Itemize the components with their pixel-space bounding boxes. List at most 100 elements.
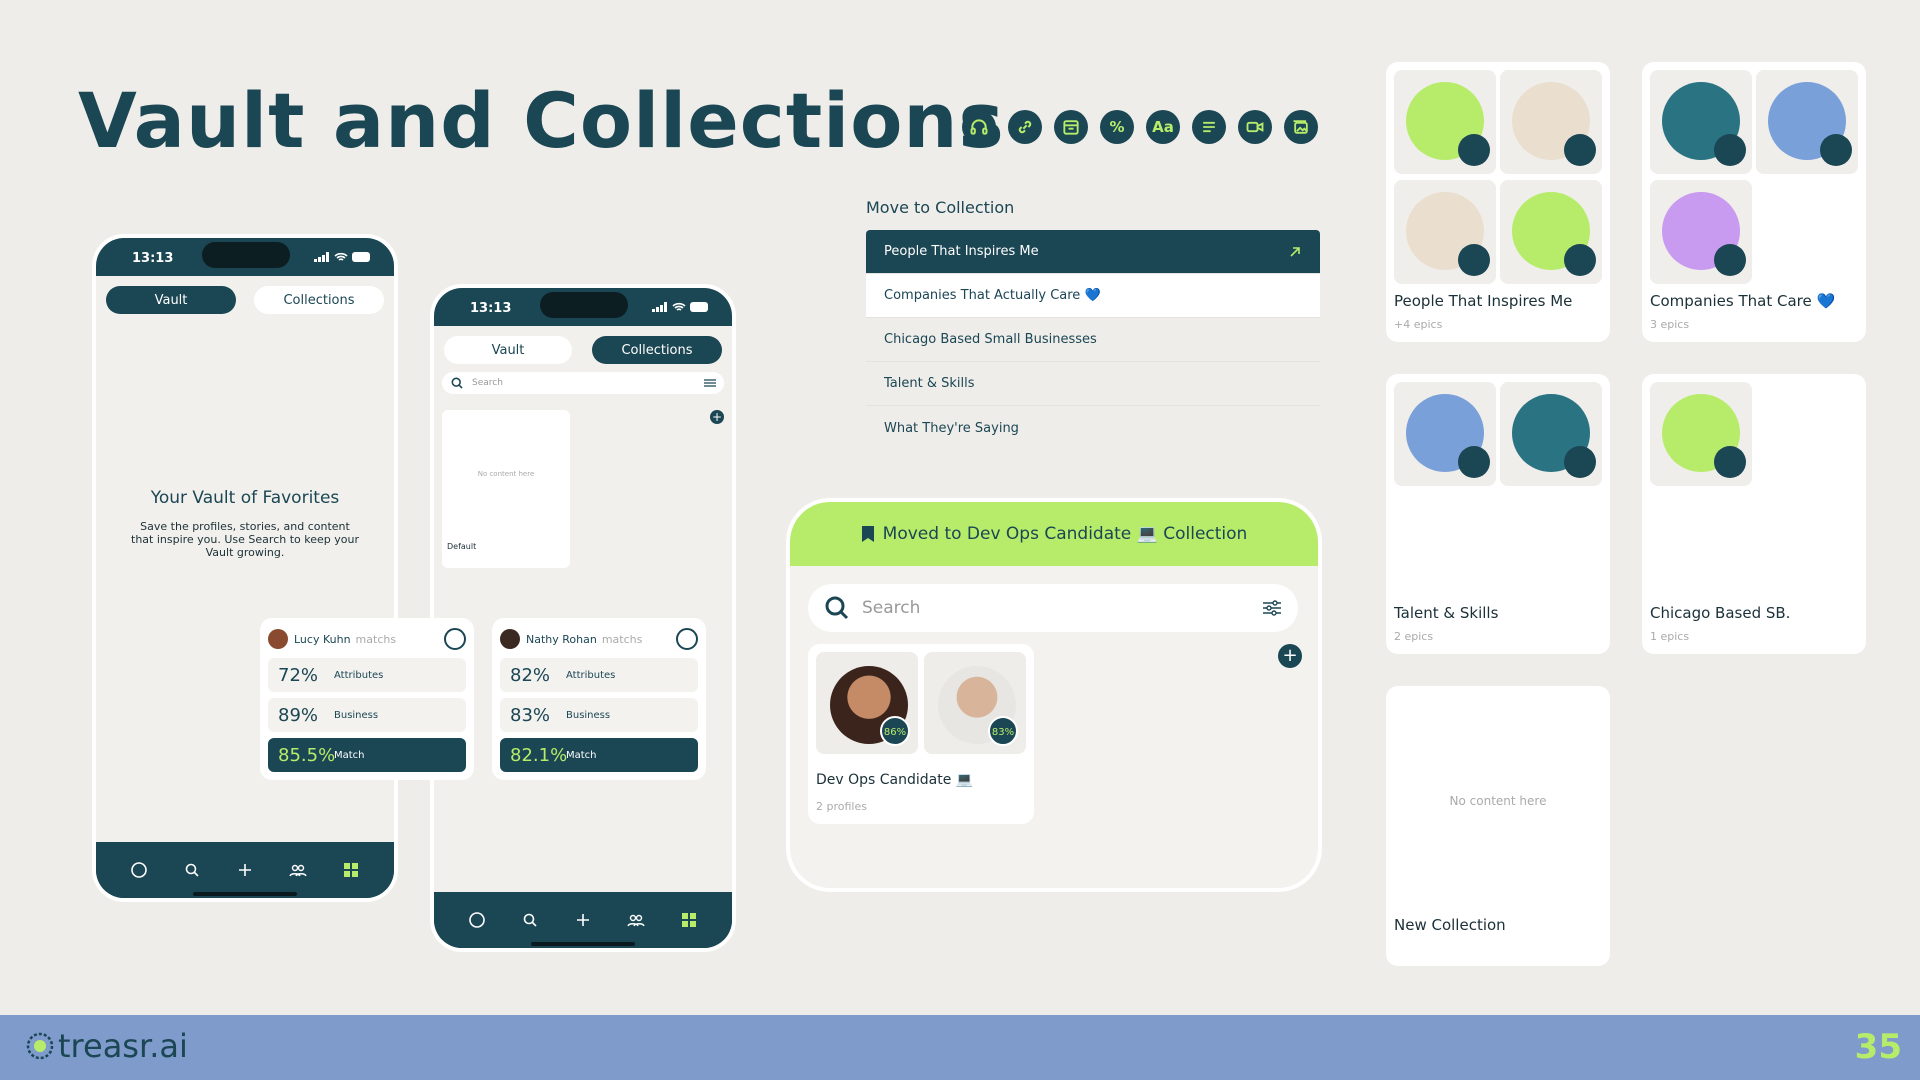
default-label: Default <box>447 542 477 551</box>
match-name: Lucy Kuhn <box>294 632 351 646</box>
profile-thumb: 83% <box>924 652 1026 754</box>
search-icon[interactable] <box>521 911 539 929</box>
collection-tile-new[interactable]: No content here New Collection <box>1386 686 1610 966</box>
empty-vault-title: Your Vault of Favorites <box>150 488 340 508</box>
default-collection-card[interactable]: No content here Default <box>442 410 570 568</box>
empty-vault-body: Save the profiles, stories, and content … <box>131 520 359 559</box>
home-icon[interactable] <box>130 861 148 879</box>
filter-icon[interactable] <box>1262 600 1282 616</box>
people-icon[interactable] <box>627 911 645 929</box>
profile-thumb: 86% <box>816 652 918 754</box>
select-checkbox[interactable] <box>676 628 698 650</box>
signal-icon <box>314 252 329 262</box>
collection-option[interactable]: What They're Saying <box>866 406 1320 450</box>
collection-name: People That Inspires Me <box>1394 292 1573 310</box>
collection-card[interactable]: 86% 83% Dev Ops Candidate 💻 2 profiles <box>808 644 1034 824</box>
collection-tile[interactable]: Companies That Care 💙 3 epics <box>1642 62 1866 342</box>
match-card[interactable]: Nathy Rohan matchs 82% Attributes 83% Bu… <box>492 618 706 780</box>
tab-collections[interactable]: Collections <box>592 336 722 364</box>
select-checkbox[interactable] <box>444 628 466 650</box>
text-icon[interactable]: Aa <box>1146 110 1180 144</box>
match-name: Nathy Rohan <box>526 632 597 646</box>
headphones-icon[interactable] <box>962 110 996 144</box>
battery-icon <box>352 252 370 262</box>
filter-icon[interactable] <box>704 378 716 388</box>
footer: treasr.ai 35 <box>0 1015 1920 1080</box>
status-icons <box>314 252 372 262</box>
collection-count: 3 epics <box>1650 318 1690 331</box>
wifi-icon <box>672 302 686 311</box>
collection-count: 1 epics <box>1650 630 1690 643</box>
tool-icon-row: % Aa <box>962 110 1318 144</box>
collection-name: New Collection <box>1394 916 1506 934</box>
collection-option[interactable]: Companies That Actually Care 💙 <box>866 274 1320 318</box>
collection-option[interactable]: People That Inspires Me <box>866 230 1320 274</box>
tab-vault[interactable]: Vault <box>444 336 572 364</box>
avatar <box>268 629 288 649</box>
signal-icon <box>652 302 667 312</box>
arrow-up-right-icon <box>1290 246 1300 257</box>
match-card-header: Lucy Kuhn matchs <box>268 626 466 652</box>
gallery-icon[interactable] <box>1284 110 1318 144</box>
business-row: 83% Business <box>500 698 698 732</box>
status-time: 13:13 <box>132 251 174 266</box>
search-input[interactable]: Search <box>442 372 724 394</box>
home-indicator <box>193 892 297 896</box>
move-to-collection-label: Move to Collection <box>866 198 1015 217</box>
search-placeholder: Search <box>472 378 503 388</box>
status-time: 13:13 <box>470 301 512 316</box>
add-collection-button[interactable]: + <box>710 410 724 424</box>
collection-name: Chicago Based SB. <box>1650 604 1791 622</box>
search-icon <box>825 596 849 620</box>
bottom-nav <box>96 842 394 898</box>
dynamic-island <box>540 292 628 318</box>
match-badge: 83% <box>988 716 1018 746</box>
grid-icon[interactable] <box>680 911 698 929</box>
calendar-icon[interactable] <box>1054 110 1088 144</box>
collection-option[interactable]: Chicago Based Small Businesses <box>866 318 1320 362</box>
tab-collections[interactable]: Collections <box>254 286 384 314</box>
wifi-icon <box>334 252 348 261</box>
search-placeholder: Search <box>862 598 921 618</box>
collection-tile[interactable]: People That Inspires Me +4 epics <box>1386 62 1610 342</box>
list-icon[interactable] <box>1192 110 1226 144</box>
add-icon[interactable] <box>236 861 254 879</box>
collection-tile[interactable]: Talent & Skills 2 epics <box>1386 374 1610 654</box>
tab-vault[interactable]: Vault <box>106 286 236 314</box>
percent-icon[interactable]: % <box>1100 110 1134 144</box>
attributes-row: 72% Attributes <box>268 658 466 692</box>
empty-collection-text: No content here <box>1449 794 1547 808</box>
grid-icon[interactable] <box>342 861 360 879</box>
link-icon[interactable] <box>1008 110 1042 144</box>
brand-logo: treasr.ai <box>26 1027 188 1065</box>
empty-card-text: No content here <box>477 470 535 478</box>
home-indicator <box>531 942 635 946</box>
treasr-logo-icon <box>26 1032 54 1060</box>
match-sub: matchs <box>355 632 397 646</box>
page-number: 35 <box>1854 1027 1902 1067</box>
add-button[interactable]: + <box>1278 644 1302 668</box>
match-sub: matchs <box>601 632 643 646</box>
collection-count: +4 epics <box>1394 318 1443 331</box>
match-card[interactable]: Lucy Kuhn matchs 72% Attributes 89% Busi… <box>260 618 474 780</box>
home-icon[interactable] <box>468 911 486 929</box>
collection-name: Talent & Skills <box>1394 604 1499 622</box>
moved-banner: Moved to Dev Ops Candidate 💻 Collection <box>790 502 1318 566</box>
search-icon[interactable] <box>183 861 201 879</box>
people-icon[interactable] <box>289 861 307 879</box>
brand-name: treasr.ai <box>58 1027 188 1065</box>
video-icon[interactable] <box>1238 110 1272 144</box>
status-icons <box>652 302 710 312</box>
collection-card-title: Dev Ops Candidate 💻 <box>816 772 974 788</box>
collection-count: 2 epics <box>1394 630 1434 643</box>
match-card-header: Nathy Rohan matchs <box>500 626 698 652</box>
moved-confirmation-panel: Moved to Dev Ops Candidate 💻 Collection … <box>790 502 1318 888</box>
collection-card-sub: 2 profiles <box>816 800 867 813</box>
phone-vault: 13:13 Vault Collections Your Vault of Fa… <box>96 238 394 898</box>
moved-banner-text: Moved to Dev Ops Candidate 💻 Collection <box>882 524 1248 544</box>
avatar <box>500 629 520 649</box>
search-input[interactable]: Search <box>808 584 1298 632</box>
collection-tile[interactable]: Chicago Based SB. 1 epics <box>1642 374 1866 654</box>
add-icon[interactable] <box>574 911 592 929</box>
collection-option[interactable]: Talent & Skills <box>866 362 1320 406</box>
